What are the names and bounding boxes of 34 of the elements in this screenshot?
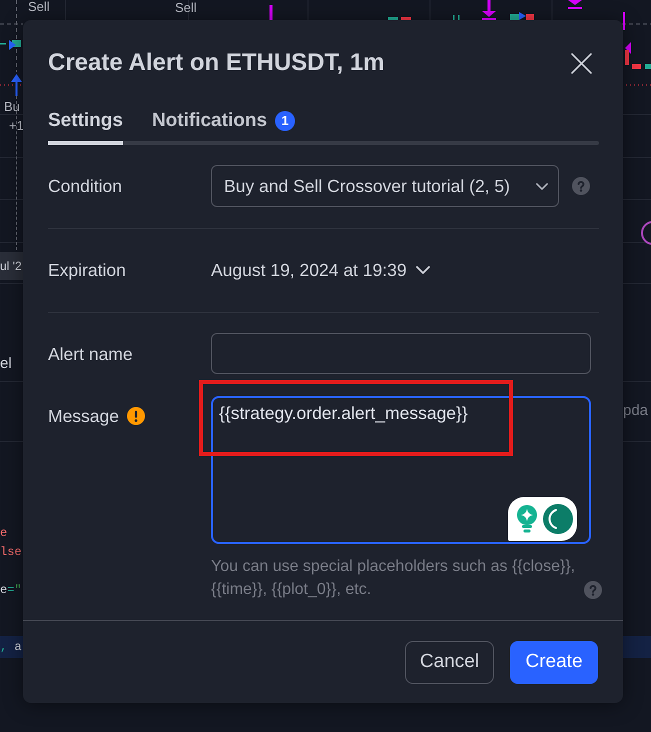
hint-text: You can use special placeholders such as {{close}}, {{time}}, {{plot_0}}, etc. [211, 557, 576, 600]
chart-label: +1 [9, 119, 24, 133]
count-badge: 1 [275, 111, 296, 131]
panel-label: pda [623, 401, 648, 421]
select-field[interactable]: Buy and Sell Crossover tutorial (2, 5) [211, 165, 559, 207]
time-axis-label: ul '2 [0, 252, 23, 280]
panel-label: el [0, 354, 12, 374]
lightbulb-icon [517, 505, 537, 533]
tab[interactable]: Settings [48, 109, 123, 145]
create-button[interactable]: Create [510, 641, 598, 684]
chevron-down-icon [536, 182, 548, 190]
code-line: lse [0, 544, 22, 561]
field-label: Message [48, 406, 120, 426]
help-icon[interactable] [584, 581, 602, 599]
chart-label: Sell [175, 1, 197, 15]
text-input[interactable] [211, 333, 591, 374]
field-label: Condition [48, 176, 122, 196]
date-dropdown[interactable]: August 19, 2024 at 19:39 [211, 249, 430, 291]
tab[interactable]: Notifications 1 [152, 109, 296, 145]
cancel-button[interactable]: Cancel [405, 641, 494, 684]
close-icon [571, 52, 592, 74]
crescent-icon [543, 504, 573, 534]
field-label: Expiration [48, 260, 126, 280]
help-icon[interactable] [572, 177, 590, 195]
chevron-down-icon [416, 266, 430, 274]
message-field[interactable]: {{strategy.order.alert_message}} [211, 396, 591, 544]
dialog-title: Create Alert on ETHUSDT, 1m [48, 48, 385, 78]
field-label: Alert name [48, 344, 133, 364]
chart-label: Sell [28, 0, 50, 14]
code-line: e [0, 525, 8, 542]
code-line: e=" [0, 582, 22, 599]
writing-assistant-badge[interactable] [508, 497, 577, 541]
chart-label: Bu [4, 100, 20, 114]
close-button[interactable] [570, 52, 593, 74]
